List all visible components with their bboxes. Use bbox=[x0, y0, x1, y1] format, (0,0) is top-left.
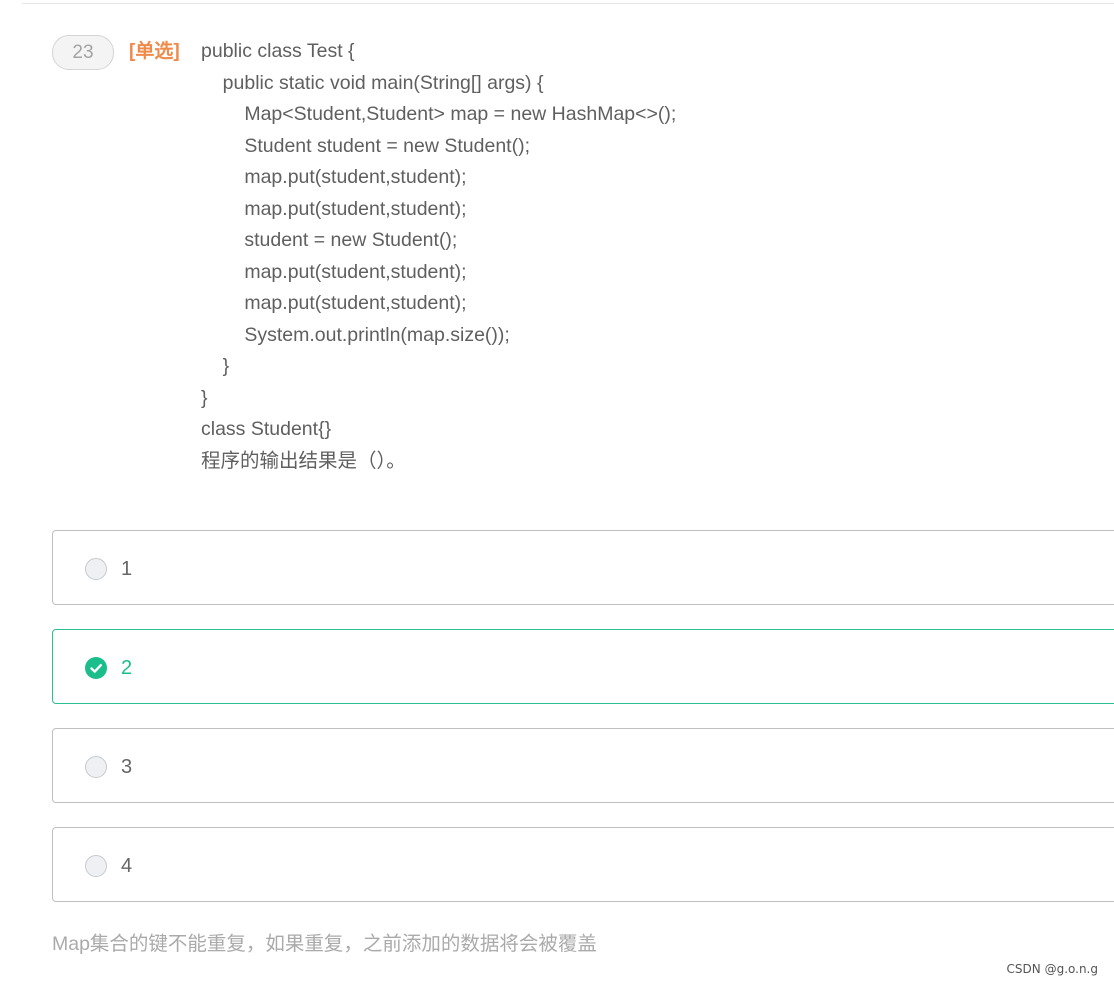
check-circle-icon[interactable] bbox=[85, 657, 107, 679]
question-type-label: [单选] bbox=[129, 41, 180, 62]
code-line: student = new Student(); bbox=[201, 229, 458, 251]
question-number-badge: 23 bbox=[52, 35, 114, 70]
code-line: map.put(student,student); bbox=[201, 166, 467, 188]
code-line: } bbox=[201, 355, 230, 377]
option-label: 1 bbox=[121, 558, 133, 580]
code-line: map.put(student,student); bbox=[201, 197, 467, 220]
top-divider bbox=[22, 3, 1114, 4]
option-label: 4 bbox=[121, 855, 133, 877]
answer-explanation: Map集合的键不能重复，如果重复，之前添加的数据将会被覆盖 bbox=[52, 933, 597, 955]
code-line: Student student = new Student(); bbox=[201, 134, 530, 157]
code-line: System.out.println(map.size()); bbox=[201, 323, 510, 346]
radio-empty-icon[interactable] bbox=[85, 756, 107, 778]
question-body: public class Test { public static void m… bbox=[201, 36, 676, 477]
code-line: } bbox=[201, 386, 208, 409]
radio-empty-icon[interactable] bbox=[85, 558, 107, 580]
code-line: Map<Student,Student> map = new HashMap<>… bbox=[201, 103, 677, 125]
code-line: class Student{} bbox=[201, 418, 332, 440]
code-line: public static void main(String[] args) { bbox=[201, 71, 544, 94]
option-label: 2 bbox=[121, 657, 133, 679]
option-3[interactable]: 3 bbox=[52, 728, 1114, 803]
option-4[interactable]: 4 bbox=[52, 827, 1114, 902]
question-prompt: 程序的输出结果是（）。 bbox=[201, 449, 406, 472]
option-1[interactable]: 1 bbox=[52, 530, 1114, 605]
code-line: public class Test { bbox=[201, 40, 355, 62]
watermark: CSDN @g.o.n.g bbox=[1006, 962, 1098, 976]
option-label: 3 bbox=[121, 756, 133, 778]
radio-empty-icon[interactable] bbox=[85, 855, 107, 877]
code-line: map.put(student,student); bbox=[201, 260, 467, 283]
option-2[interactable]: 2 bbox=[52, 629, 1114, 704]
code-line: map.put(student,student); bbox=[201, 292, 467, 314]
